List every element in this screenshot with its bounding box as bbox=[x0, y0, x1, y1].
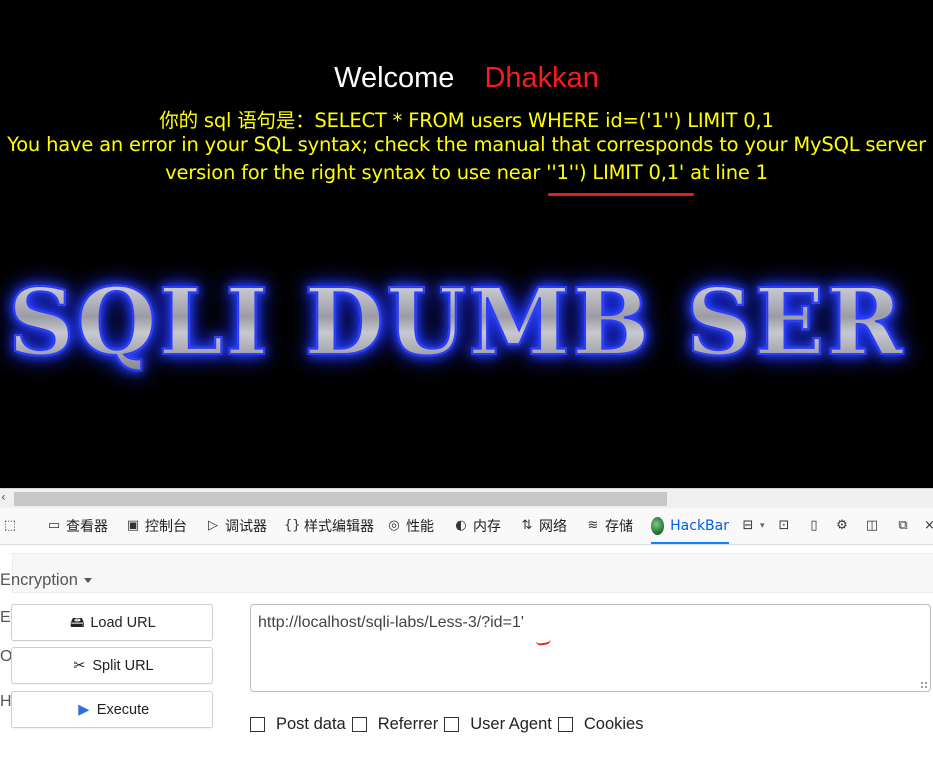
cookies-option[interactable]: Cookies bbox=[557, 715, 644, 734]
annotation-underline bbox=[548, 193, 694, 196]
referrer-checkbox[interactable] bbox=[351, 716, 367, 732]
tab-debugger[interactable]: ▷ 调试器 bbox=[205, 508, 271, 544]
responsive-mode-icon[interactable]: ▯ bbox=[806, 508, 826, 544]
hackbar-menu-bar bbox=[12, 553, 933, 593]
tab-console[interactable]: ▣ 控制台 bbox=[125, 508, 191, 544]
play-icon: ▶ bbox=[78, 701, 90, 718]
horizontal-scrollbar[interactable]: ‹ bbox=[0, 488, 933, 509]
cookies-checkbox[interactable] bbox=[557, 716, 573, 732]
hackbar-icon bbox=[651, 517, 665, 535]
inspector-icon: ▭ bbox=[47, 518, 61, 533]
console-icon: ▣ bbox=[126, 518, 140, 533]
tab-storage[interactable]: ≋ 存储 bbox=[585, 508, 639, 544]
scroll-left-icon[interactable]: ‹ bbox=[1, 490, 6, 504]
tab-performance[interactable]: ◎ 性能 bbox=[386, 508, 440, 544]
web-page: Welcome Dhakkan 你的 sql 语句是：SELECT * FROM … bbox=[0, 0, 933, 488]
dock-side-icon[interactable]: ◫ bbox=[864, 508, 884, 544]
devtools-toolbar: ⬚ ▭ 查看器 ▣ 控制台 ▷ 调试器 {} 样式编辑器 ◎ 性能 ◐ 内存 ⇅ 网络 ≋ 存储… bbox=[0, 508, 933, 545]
tab-memory[interactable]: ◐ 内存 bbox=[453, 508, 507, 544]
network-icon: ⇅ bbox=[521, 518, 533, 533]
url-value[interactable]: http://localhost/sqli-labs/Less-3/?id=1' bbox=[258, 614, 524, 632]
url-textarea[interactable]: http://localhost/sqli-labs/Less-3/?id=1' bbox=[250, 604, 931, 692]
sql-error-line-1: You have an error in your SQL syntax; ch… bbox=[7, 133, 926, 156]
memory-icon: ◐ bbox=[455, 518, 467, 533]
performance-icon: ◎ bbox=[388, 518, 400, 533]
separate-window-icon[interactable]: ⧉ bbox=[895, 508, 915, 544]
layout-dropdown-icon[interactable]: ⊟ ▾ bbox=[740, 508, 770, 544]
sqli-banner-image: SQLI DUMB SER bbox=[7, 267, 905, 377]
user-agent-option[interactable]: User Agent bbox=[444, 715, 552, 734]
referrer-option[interactable]: Referrer bbox=[351, 715, 438, 734]
side-label-e: E bbox=[0, 609, 11, 626]
post-data-checkbox[interactable] bbox=[250, 716, 265, 732]
tab-inspector[interactable]: ▭ 查看器 bbox=[46, 508, 112, 544]
execute-button[interactable]: ▶ Execute bbox=[11, 691, 213, 728]
chevron-down-icon bbox=[83, 578, 92, 584]
post-data-option[interactable]: Post data bbox=[250, 715, 346, 734]
frame-icon[interactable]: ⊡ bbox=[776, 508, 796, 544]
username: Dhakkan bbox=[484, 62, 599, 94]
split-url-button[interactable]: ✂ Split URL bbox=[11, 647, 213, 684]
user-agent-checkbox[interactable] bbox=[444, 716, 460, 732]
tab-style-editor[interactable]: {} 样式编辑器 bbox=[284, 508, 375, 544]
sql-error-line-2: version for the right syntax to use near… bbox=[165, 161, 768, 184]
welcome-message: Welcome Dhakkan bbox=[0, 62, 933, 95]
close-icon[interactable]: × bbox=[924, 508, 933, 544]
scrollbar-thumb[interactable] bbox=[14, 492, 667, 506]
sql-query-text: 你的 sql 语句是：SELECT * FROM users WHERE id=… bbox=[159, 109, 774, 132]
welcome-text: Welcome bbox=[334, 62, 455, 94]
load-url-button[interactable]: 🖴 Load URL bbox=[11, 604, 213, 641]
storage-icon: ≋ bbox=[587, 518, 599, 533]
encryption-menu[interactable]: Encryption bbox=[0, 571, 92, 590]
request-options: Post data Referrer User Agent Cookies bbox=[250, 713, 650, 735]
resize-grip-icon[interactable] bbox=[920, 681, 928, 689]
scissors-icon: ✂ bbox=[73, 657, 86, 674]
load-url-icon: 🖴 bbox=[70, 614, 85, 631]
settings-gear-icon[interactable]: ⚙ bbox=[834, 508, 854, 544]
style-editor-icon: {} bbox=[284, 518, 301, 533]
debugger-icon: ▷ bbox=[208, 518, 218, 533]
hackbar-panel: Encryption E O Ha 🖴 Load URL ✂ Split URL… bbox=[0, 545, 933, 784]
element-picker-icon[interactable]: ⬚ bbox=[2, 508, 24, 544]
tab-hackbar[interactable]: HackBar bbox=[651, 508, 729, 544]
tab-network[interactable]: ⇅ 网络 bbox=[519, 508, 573, 544]
